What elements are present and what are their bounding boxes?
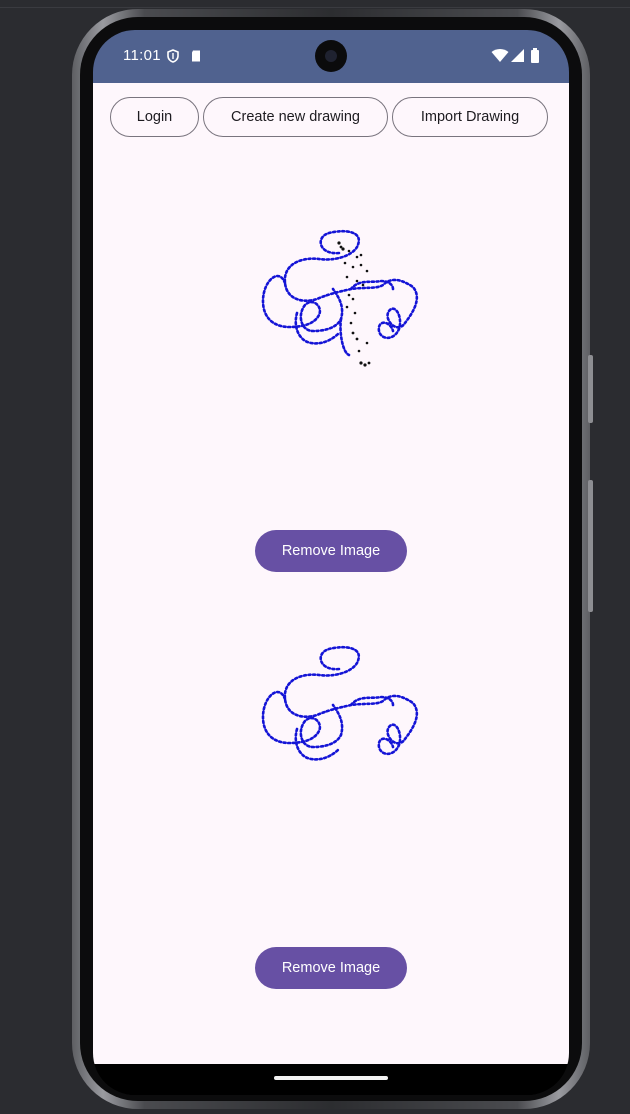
window-divider [0, 7, 630, 8]
wifi-icon [491, 49, 509, 62]
status-bar: 11:01 [93, 30, 569, 83]
app-content: Login Create new drawing Import Drawing [93, 83, 569, 1064]
cell-signal-icon [511, 49, 524, 62]
home-gesture-handle[interactable] [274, 1076, 388, 1080]
front-camera [315, 40, 347, 72]
power-button[interactable] [588, 355, 593, 423]
import-drawing-button[interactable]: Import Drawing [392, 97, 548, 137]
remove-image-button[interactable]: Remove Image [255, 530, 407, 572]
navigation-bar [93, 1064, 569, 1095]
remove-image-button[interactable]: Remove Image [255, 947, 407, 989]
sd-card-icon [192, 50, 200, 62]
drawing-image [261, 229, 419, 367]
shield-icon [167, 49, 179, 63]
drawing-image [261, 645, 419, 761]
battery-icon [531, 48, 539, 63]
emulator-stage: 11:01 Login Create new drawing Import Dr… [0, 0, 630, 1114]
login-button[interactable]: Login [110, 97, 199, 137]
create-new-drawing-button[interactable]: Create new drawing [203, 97, 388, 137]
status-time: 11:01 [123, 47, 161, 64]
volume-button[interactable] [588, 480, 593, 612]
phone-screen: 11:01 Login Create new drawing Import Dr… [93, 30, 569, 1095]
